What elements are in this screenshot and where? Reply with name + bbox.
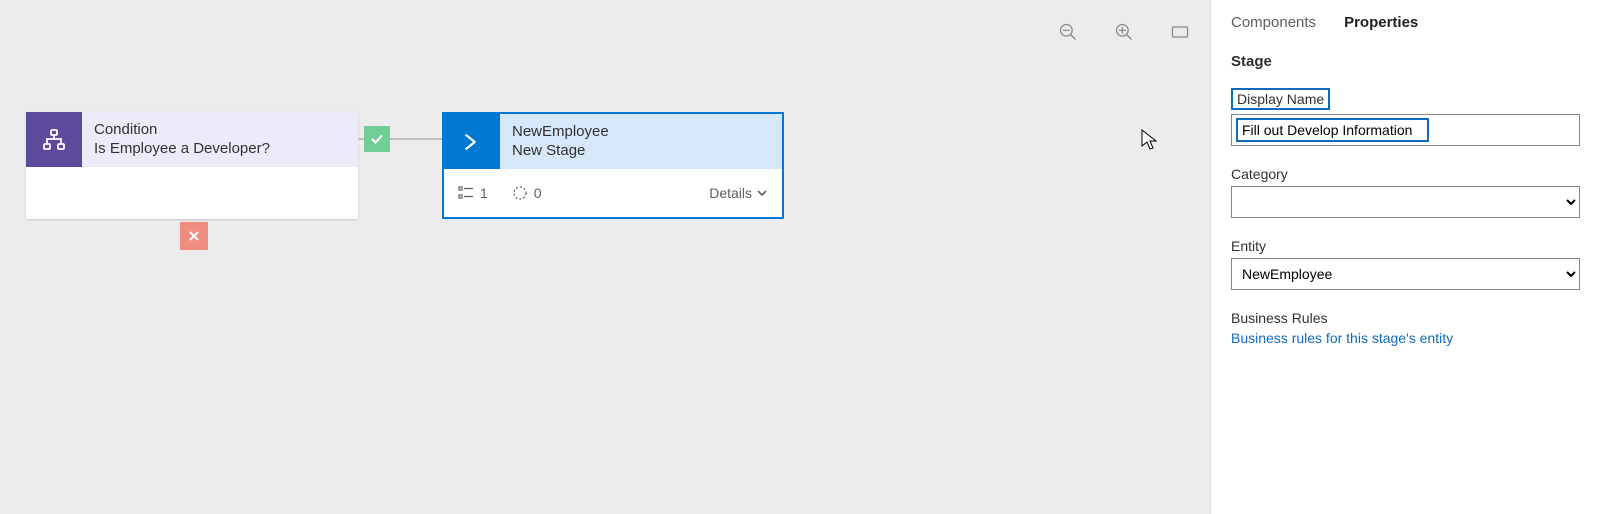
stage-title: New Stage [512,142,609,161]
business-rules-label: Business Rules [1231,310,1580,326]
condition-type-label: Condition [94,121,270,140]
stage-processes-count: 0 [512,185,542,201]
stage-details-toggle[interactable]: Details [709,185,768,201]
condition-node[interactable]: Condition Is Employee a Developer? [26,112,358,219]
properties-panel: Components Properties Stage Display Name… [1210,0,1600,514]
stage-footer: 1 0 Details [444,169,782,217]
designer-canvas[interactable]: Condition Is Employee a Developer? [0,0,1210,514]
category-label: Category [1231,166,1580,182]
display-name-input-wrap [1231,114,1580,146]
condition-yes-badge[interactable] [364,126,390,152]
condition-icon [26,112,82,167]
stage-node[interactable]: NewEmployee New Stage 1 0 [442,112,784,219]
stage-header: NewEmployee New Stage [444,114,782,169]
condition-title: Is Employee a Developer? [94,140,270,159]
zoom-out-icon[interactable] [1058,22,1078,42]
panel-section-title: Stage [1231,53,1580,70]
zoom-in-icon[interactable] [1114,22,1134,42]
stage-steps-count: 1 [458,185,488,201]
canvas-toolbar [1058,22,1190,42]
category-select[interactable] [1231,186,1580,218]
fit-to-screen-icon[interactable] [1170,22,1190,42]
tab-properties[interactable]: Properties [1344,14,1418,31]
entity-select[interactable]: NewEmployee [1231,258,1580,290]
condition-body [26,167,358,219]
mouse-cursor-icon [1140,128,1160,155]
display-name-label: Display Name [1231,88,1580,110]
display-name-input[interactable] [1236,118,1429,142]
stage-entity-label: NewEmployee [512,123,609,142]
condition-no-badge[interactable] [180,222,208,250]
tab-components[interactable]: Components [1231,14,1316,31]
business-rules-link[interactable]: Business rules for this stage's entity [1231,330,1453,346]
panel-tabs: Components Properties [1231,14,1580,31]
entity-label: Entity [1231,238,1580,254]
condition-header: Condition Is Employee a Developer? [26,112,358,167]
stage-chevron-icon [444,114,500,169]
